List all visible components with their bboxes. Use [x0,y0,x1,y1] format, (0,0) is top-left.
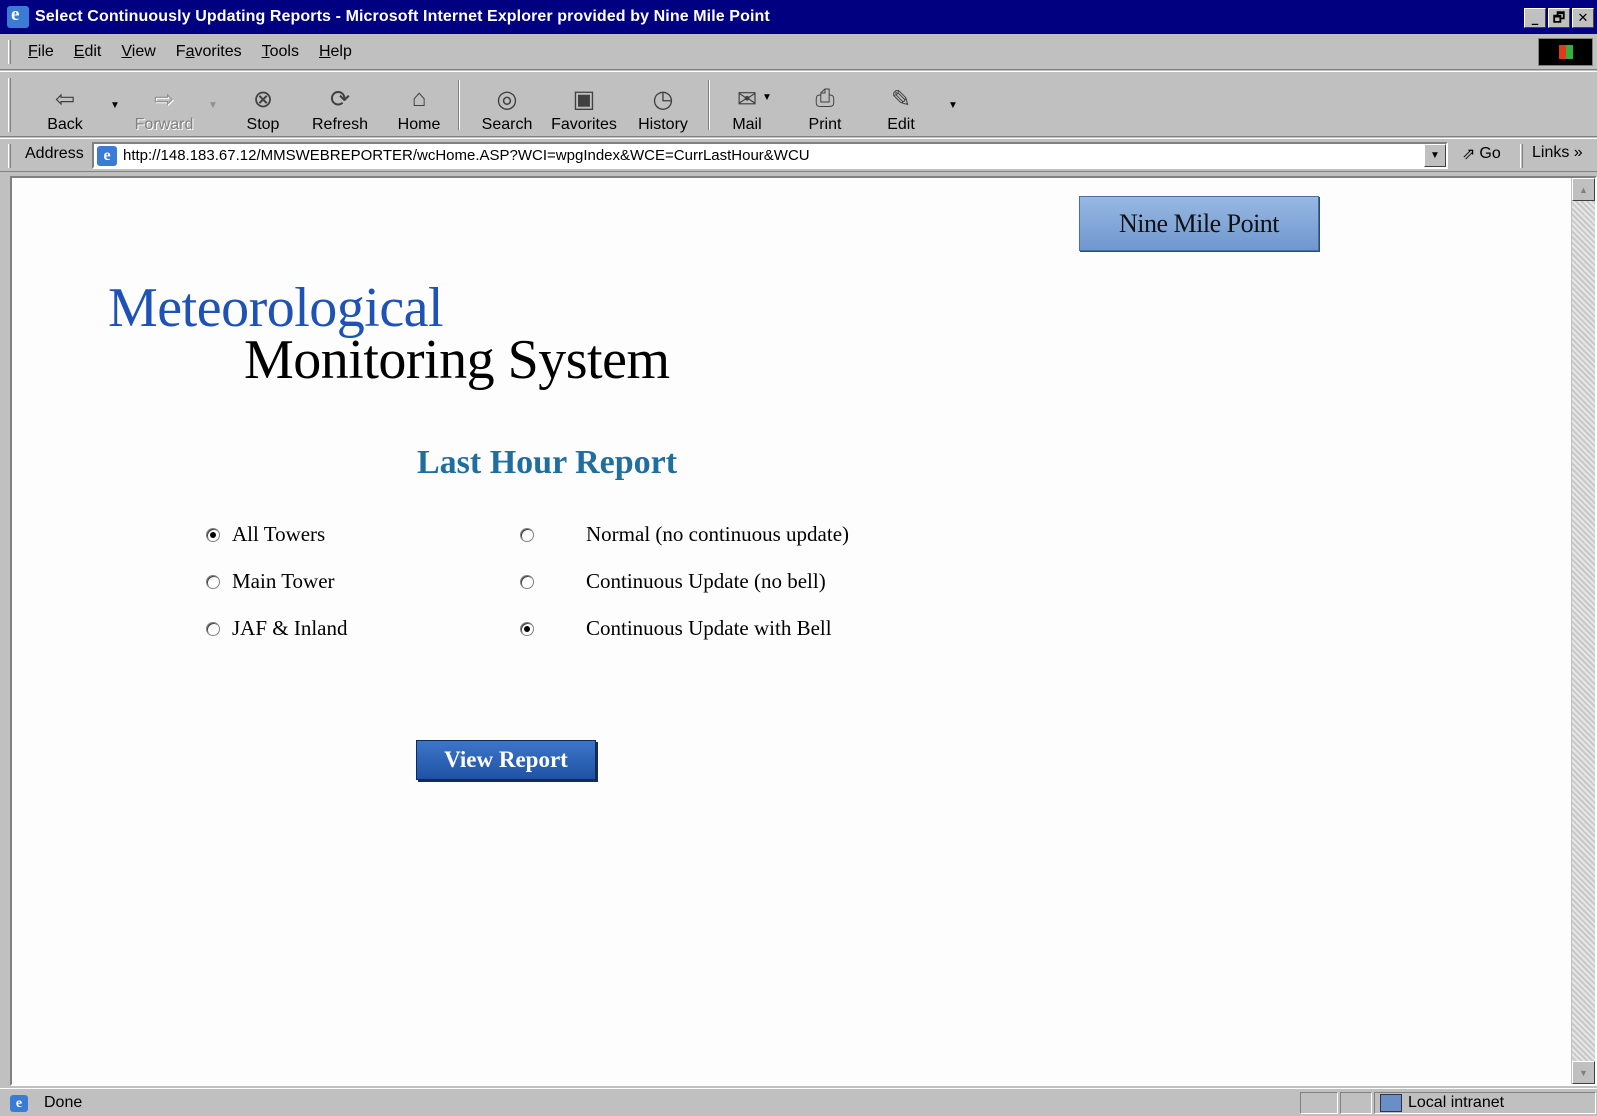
stop-icon: ⊗ [252,85,274,113]
radio-continuous-with-bell[interactable]: Continuous Update with Bell [520,616,832,641]
menu-edit[interactable]: Edit [64,43,112,61]
radio-main-tower[interactable]: Main Tower [206,569,335,594]
mail-button[interactable]: ✉ Mail [724,78,770,134]
close-button[interactable]: ✕ [1572,8,1594,28]
search-icon: ◎ [496,85,518,113]
edit-page-icon: ✎ [890,85,912,113]
ie-logo-icon [7,4,29,28]
report-title: Last Hour Report [417,444,678,481]
edit-dropdown-icon[interactable]: ▼ [948,100,958,111]
toolbar-separator [458,80,460,130]
status-text: Done [44,1094,83,1111]
refresh-button[interactable]: ⟳ Refresh [308,78,372,134]
links-button[interactable]: Links » [1532,144,1583,162]
radio-label: JAF & Inland [232,616,348,640]
vertical-scrollbar[interactable]: ▲ ▼ [1571,178,1595,1084]
back-button[interactable]: ⇦ Back [42,78,88,134]
history-button[interactable]: ◷ History [632,78,694,134]
menu-grip[interactable] [8,40,11,64]
forward-arrow-icon: ⇨ [153,85,175,113]
status-pane [1340,1092,1372,1114]
menu-view[interactable]: View [111,43,165,61]
intranet-zone-icon [1380,1094,1402,1112]
brand-line-2: Monitoring System [244,329,670,391]
home-icon: ⌂ [411,85,427,112]
address-dropdown-icon[interactable]: ▼ [1424,144,1446,167]
go-arrow-icon: ⇗ [1462,146,1476,163]
address-url[interactable]: http://148.183.67.12/MMSWEBREPORTER/wcHo… [123,147,810,164]
favorites-button[interactable]: ▣ Favorites [548,78,620,134]
windows-logo-icon [1538,38,1593,66]
site-button[interactable]: Nine Mile Point [1079,196,1319,251]
address-input[interactable]: e http://148.183.67.12/MMSWEBREPORTER/wc… [92,142,1448,169]
menu-favorites[interactable]: Favorites [166,43,252,61]
minimize-button[interactable]: _ [1524,8,1546,28]
menu-bar: File Edit View Favorites Tools Help [0,34,1597,70]
forward-button[interactable]: ⇨ Forward [132,78,196,134]
mail-icon: ✉ [736,85,758,113]
print-button[interactable]: ⎙ Print [804,78,846,134]
page-content: Nine Mile Point Meteorological Monitorin… [10,176,1597,1086]
toolbar-grip[interactable] [8,78,11,132]
go-button[interactable]: ⇗ Go [1462,144,1501,164]
back-arrow-icon: ⇦ [54,85,76,113]
radio-button[interactable] [206,574,220,589]
status-bar: e Done Local intranet [0,1088,1597,1116]
title-bar[interactable]: Select Continuously Updating Reports - M… [0,0,1597,34]
zone-text: Local intranet [1408,1094,1505,1111]
address-label: Address [25,145,84,162]
radio-normal-update[interactable]: Normal (no continuous update) [520,522,849,547]
address-grip[interactable] [8,144,11,168]
window-controls: _ 🗗 ✕ [1524,8,1594,28]
scroll-up-icon[interactable]: ▲ [1572,178,1595,201]
printer-icon: ⎙ [815,85,835,112]
links-separator [1520,144,1523,168]
maximize-button[interactable]: 🗗 [1548,8,1570,28]
home-button[interactable]: ⌂ Home [394,78,444,134]
radio-button[interactable] [206,621,220,636]
view-report-button[interactable]: View Report [416,740,596,780]
mail-dropdown-icon[interactable]: ▼ [762,92,772,103]
radio-button[interactable] [520,527,534,542]
back-dropdown-icon[interactable]: ▼ [110,100,120,111]
menu-tools[interactable]: Tools [252,43,309,61]
radio-jaf-inland[interactable]: JAF & Inland [206,616,348,641]
scroll-down-icon[interactable]: ▼ [1572,1061,1595,1084]
history-icon: ◷ [652,85,674,113]
window-title: Select Continuously Updating Reports - M… [35,8,770,25]
radio-button[interactable] [520,574,534,589]
standard-toolbar: ⇦ Back ▼ ⇨ Forward ▼ ⊗ Stop ⟳ Refresh ⌂ … [0,71,1597,137]
toolbar-separator [708,80,710,130]
radio-label: Main Tower [232,569,335,593]
menu-file[interactable]: File [18,43,64,61]
radio-label: Continuous Update (no bell) [586,569,826,593]
radio-label: All Towers [232,522,326,546]
radio-button[interactable] [520,621,534,636]
address-bar: Address e http://148.183.67.12/MMSWEBREP… [0,138,1597,172]
radio-button[interactable] [206,527,220,542]
refresh-icon: ⟳ [329,85,351,113]
radio-label: Continuous Update with Bell [586,616,832,640]
favorites-folder-icon: ▣ [572,85,596,113]
menu-help[interactable]: Help [309,43,362,61]
search-button[interactable]: ◎ Search [476,78,538,134]
radio-all-towers[interactable]: All Towers [206,522,325,547]
status-pane [1300,1092,1338,1114]
edit-button[interactable]: ✎ Edit [882,78,920,134]
radio-continuous-no-bell[interactable]: Continuous Update (no bell) [520,569,826,594]
stop-button[interactable]: ⊗ Stop [238,78,288,134]
page-done-icon: e [10,1095,28,1112]
forward-dropdown-icon[interactable]: ▼ [208,100,218,111]
page-icon: e [97,145,117,166]
radio-label: Normal (no continuous update) [586,522,850,546]
